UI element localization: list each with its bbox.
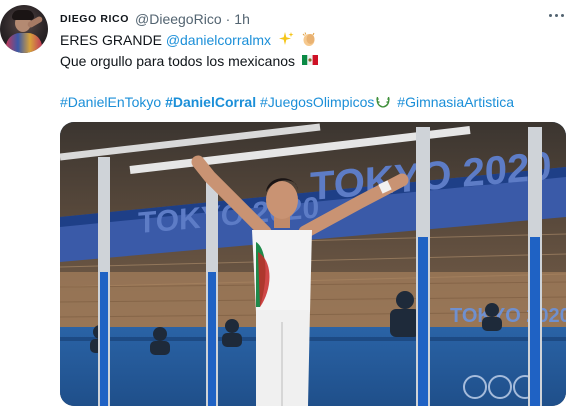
hashtags-line: #DanielEnTokyo #DanielCorral #JuegosOlim… [60, 93, 514, 111]
hashtag-link[interactable]: #JuegosOlimpicos [260, 94, 374, 110]
timestamp[interactable]: 1h [234, 11, 250, 27]
author-name[interactable]: DIEGO RICO [60, 13, 129, 25]
tweet-media-image[interactable]: TOKYO 2020 TOKYO 2020 TOKYO 2020 [60, 122, 566, 406]
tweet[interactable]: DIEGO RICO @DieegoRico · 1h ERES GRANDE … [0, 0, 571, 420]
gymnast-photo: TOKYO 2020 TOKYO 2020 TOKYO 2020 [60, 122, 566, 406]
mention-link[interactable]: @danielcorralmx [166, 32, 271, 48]
flag-mexico-icon [301, 55, 318, 65]
hashtag-link[interactable]: #GimnasiaArtistica [397, 94, 514, 110]
tweet-header: DIEGO RICO @DieegoRico · 1h [60, 10, 250, 28]
backdrop-text: TOKYO 2020 [450, 305, 566, 327]
hashtag-link[interactable]: #DanielCorral [165, 94, 256, 110]
laurel-wreath-icon [376, 96, 391, 108]
clapping-hands-icon [302, 32, 315, 46]
more-options-icon[interactable] [546, 5, 566, 25]
tweet-text-line-2: Que orgullo para todos los mexicanos [60, 52, 318, 70]
hashtag-link[interactable]: #DanielEnTokyo [60, 94, 161, 110]
tweet-text: Que orgullo para todos los mexicanos [60, 53, 296, 69]
author-handle[interactable]: @DieegoRico [135, 11, 222, 27]
avatar[interactable] [0, 5, 48, 53]
tweet-text: ERES GRANDE [60, 32, 162, 48]
separator-dot: · [225, 11, 231, 27]
tweet-text-line-1: ERES GRANDE @danielcorralmx [60, 31, 317, 49]
sparkles-icon [278, 32, 294, 45]
